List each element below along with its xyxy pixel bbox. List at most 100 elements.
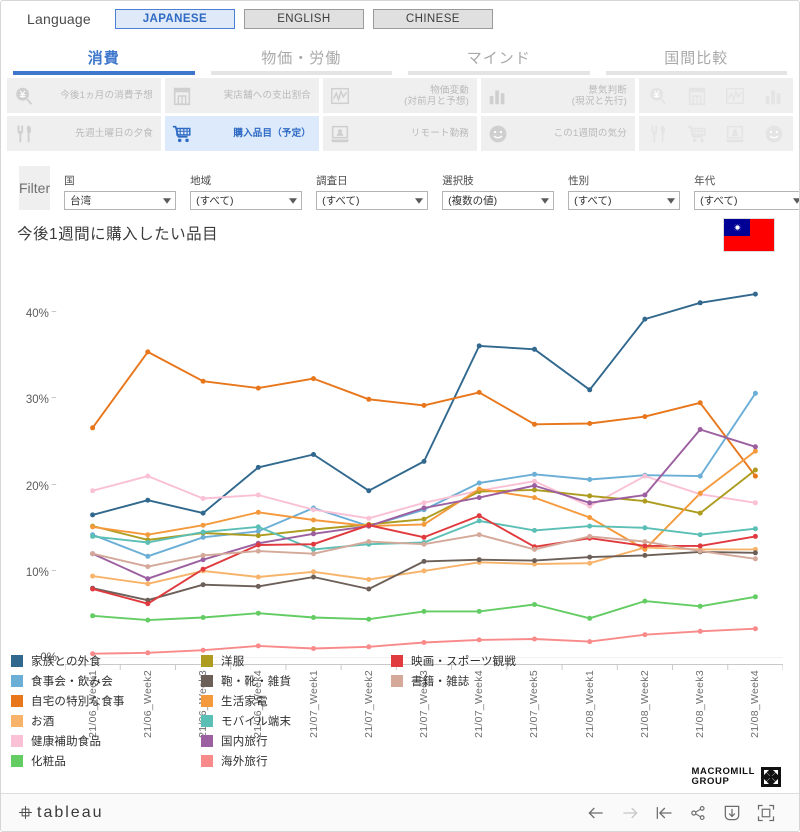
category-button-景気判断--現況と先行-[interactable]: 景気判断 (現況と先行)	[481, 78, 635, 113]
data-point	[311, 452, 316, 457]
legend-item[interactable]: 自宅の特別な食事	[11, 691, 201, 711]
data-point	[697, 300, 703, 306]
data-point	[532, 346, 537, 352]
macromill-line2: GROUP	[691, 776, 730, 787]
laptop-person-icon	[718, 123, 752, 145]
data-point	[421, 500, 427, 506]
legend-item[interactable]: 海外旅行	[201, 751, 391, 771]
revert-icon[interactable]	[647, 801, 681, 825]
filter-label: 地域	[190, 175, 212, 187]
data-point	[255, 533, 261, 539]
data-point	[311, 551, 316, 557]
filter-group-5: 年代 (すべて)	[694, 173, 799, 210]
data-point	[476, 518, 482, 524]
legend-swatch	[11, 755, 23, 767]
share-icon[interactable]	[681, 801, 715, 825]
language-button-chinese[interactable]: CHINESE	[372, 9, 493, 29]
filter-select-国[interactable]: 台湾	[64, 191, 177, 210]
tab-1[interactable]: 物価・労働	[203, 47, 401, 75]
button-row-1: 先週土曜日の夕食 購入品目（予定） リモート勤務 この1週間の気分	[5, 116, 795, 151]
category-button-この1週間の気分[interactable]: この1週間の気分	[481, 116, 635, 151]
data-point	[642, 632, 648, 638]
category-button-リモート勤務[interactable]: リモート勤務	[323, 116, 477, 151]
data-point	[697, 490, 703, 496]
data-point	[421, 516, 427, 522]
legend-label: 生活家電	[221, 696, 268, 708]
legend-item[interactable]: 生活家電	[201, 691, 391, 711]
legend-item[interactable]: 書籍・雑誌	[391, 671, 581, 691]
macromill-logo: MACROMILL GROUP	[692, 767, 781, 787]
data-point	[366, 586, 372, 592]
filter-label: 選択肢	[442, 175, 474, 187]
legend-item[interactable]: 家族との外食	[11, 651, 201, 671]
language-button-japanese[interactable]: JAPANESE	[114, 9, 235, 29]
data-point	[532, 558, 537, 564]
data-point	[587, 477, 593, 482]
data-point	[145, 581, 151, 587]
line-chart-icon	[718, 85, 752, 107]
legend-item[interactable]: お酒	[11, 711, 201, 731]
filter-select-年代[interactable]: (すべて)	[694, 191, 799, 210]
legend-item[interactable]: 洋服	[201, 651, 391, 671]
category-button-icon-set-row2[interactable]	[639, 116, 793, 151]
category-button-今後1ヵ月の消費予想[interactable]: 今後1ヵ月の消費予想	[7, 78, 161, 113]
legend-column-2: 映画・スポーツ観戦 書籍・雑誌	[391, 651, 581, 771]
data-point	[532, 421, 537, 427]
legend-swatch	[11, 655, 23, 667]
legend-item[interactable]: モバイル端末	[201, 711, 391, 731]
legend-item[interactable]: 化粧品	[11, 751, 201, 771]
data-point	[587, 493, 593, 499]
legend-item[interactable]: 映画・スポーツ観戦	[391, 651, 581, 671]
chart-title: 今後1週間に購入したい品目	[17, 226, 219, 243]
category-button-icon-set-row1[interactable]	[639, 78, 793, 113]
data-point	[642, 492, 648, 498]
filter-select-選択肢[interactable]: (複数の値)	[442, 191, 555, 210]
data-point	[200, 522, 206, 528]
x-tick-label: 21/08_Week3	[694, 670, 707, 738]
forward-arrow-icon[interactable]	[613, 801, 647, 825]
data-point	[311, 376, 316, 382]
legend-label: お酒	[31, 716, 55, 728]
back-arrow-icon[interactable]	[579, 801, 613, 825]
legend-item[interactable]: 健康補助食品	[11, 731, 201, 751]
filter-select-調査日[interactable]: (すべて)	[316, 191, 429, 210]
tableau-logo-text: tableau	[37, 803, 104, 821]
data-point	[255, 574, 261, 580]
category-button-物価変動--対前月と予想-[interactable]: 物価変動 (対前月と予想)	[323, 78, 477, 113]
data-point	[366, 396, 372, 402]
data-point	[90, 586, 96, 592]
data-point	[90, 573, 96, 579]
filter-select-地域[interactable]: (すべて)	[190, 191, 303, 210]
data-point	[311, 531, 316, 537]
data-point	[752, 594, 758, 600]
tableau-logo[interactable]: tableau	[17, 804, 104, 822]
y-tick-label: 40% ⁻	[25, 308, 57, 321]
series-line	[91, 546, 757, 585]
category-button-購入品目-予定-[interactable]: 購入品目（予定）	[165, 116, 319, 151]
language-bar: Language JAPANESE ENGLISH CHINESE	[1, 1, 799, 37]
macromill-mark-icon	[761, 767, 781, 787]
language-button-english[interactable]: ENGLISH	[243, 9, 364, 29]
legend-swatch	[11, 715, 23, 727]
legend-column-0: 家族との外食 食事会・飲み会 自宅の特別な食事お酒健康補助食品 化粧品	[11, 651, 201, 771]
tab-3[interactable]: 国間比較	[598, 47, 796, 75]
data-point	[145, 540, 151, 545]
legend-item[interactable]: 鞄・靴・雑貨	[201, 671, 391, 691]
series-line	[91, 350, 757, 478]
data-point	[421, 521, 427, 527]
filter-select-性別[interactable]: (すべて)	[568, 191, 681, 210]
bar-chart-icon	[489, 90, 505, 104]
fullscreen-icon[interactable]	[749, 801, 783, 825]
legend-item[interactable]: 食事会・飲み会	[11, 671, 201, 691]
data-point	[476, 532, 482, 538]
category-button-label: リモート勤務	[410, 128, 469, 139]
tab-0[interactable]: 消費	[5, 47, 203, 75]
shopping-cart-icon	[165, 123, 199, 145]
category-button-実店舗への支出割合[interactable]: 実店舗への支出割合	[165, 78, 319, 113]
download-icon[interactable]	[715, 801, 749, 825]
legend-label: モバイル端末	[221, 716, 292, 728]
tab-2[interactable]: マインド	[400, 47, 598, 75]
category-button-先週土曜日の夕食[interactable]: 先週土曜日の夕食	[7, 116, 161, 151]
legend-label: 国内旅行	[221, 736, 268, 748]
legend-item[interactable]: 国内旅行	[201, 731, 391, 751]
